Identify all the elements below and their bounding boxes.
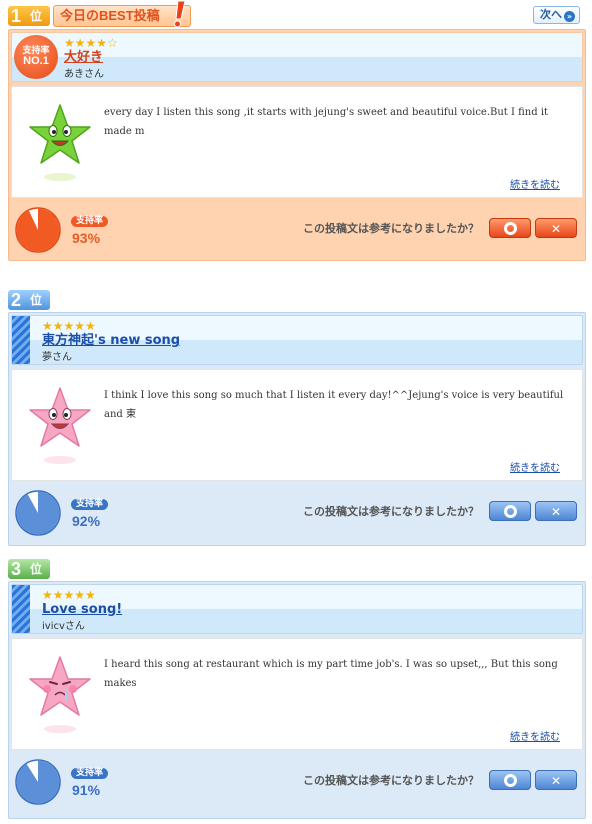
support-row: 支持率 93% この投稿文は参考になりましたか？ ✕ — [11, 202, 583, 256]
support-rate-value: 93% — [72, 230, 101, 246]
post-comment: every day I listen this song ,it starts … — [104, 107, 549, 137]
pink-star-icon — [29, 387, 91, 464]
support-rate-value: 92% — [72, 513, 101, 529]
pink-star-crying-icon — [29, 656, 91, 733]
support-pie-chart — [15, 490, 61, 536]
support-row: 支持率 92% この投稿文は参考になりましたか？ ✕ — [11, 485, 583, 539]
read-more-link[interactable]: 続きを読む — [510, 731, 560, 745]
support-rate-label: 支持率 — [71, 499, 109, 510]
support-row: 支持率 91% この投稿文は参考になりましたか？ ✕ — [11, 754, 583, 808]
best-post-title: 今日のBEST投稿 — [53, 0, 191, 28]
post-author: ivicvさん — [42, 621, 85, 632]
post-card-3: ★★★★★ Love song! ivicvさん I heard this so… — [8, 581, 586, 819]
rank-number: 1 — [11, 6, 22, 26]
cross-icon: ✕ — [550, 774, 562, 788]
best-post-title-text: 今日のBEST投稿 — [60, 8, 160, 23]
helpful-question: この投稿文は参考になりましたか？ — [303, 505, 479, 518]
vote-yes-button[interactable] — [489, 218, 531, 238]
star-rating: ★★★★★ — [42, 588, 96, 602]
vote-yes-button[interactable] — [489, 770, 531, 790]
post-body: I think I love this song so much that I … — [11, 369, 583, 481]
post-body: I heard this song at restaurant which is… — [11, 638, 583, 750]
read-more-link[interactable]: 続きを読む — [510, 462, 560, 476]
post-comment: I heard this song at restaurant which is… — [104, 659, 558, 689]
circle-icon — [503, 505, 517, 518]
rank-badge-3: 3 位 — [8, 559, 50, 579]
post-body: every day I listen this song ,it starts … — [11, 86, 583, 198]
vote-no-button[interactable]: ✕ — [535, 501, 577, 521]
post-title-link[interactable]: 東方神起's new song — [42, 333, 180, 349]
post-author: あきさん — [64, 69, 104, 80]
cross-icon: ✕ — [550, 505, 562, 519]
badge-line1: 支持率 — [22, 45, 50, 55]
post-titlebar: ★★★★★ 東方神起's new song 夢さん — [11, 315, 583, 365]
support-pie-chart — [15, 207, 61, 253]
best-post-header: 1 位 今日のBEST投稿 次へ» — [8, 0, 584, 28]
rank-suffix: 位 — [30, 562, 43, 576]
next-button-label: 次へ — [540, 8, 562, 21]
support-rate-label: 支持率 — [71, 768, 109, 779]
rank-badge-1: 1 位 — [8, 6, 50, 26]
support-pie-chart — [15, 759, 61, 805]
star-rating: ★★★★☆ — [64, 36, 118, 50]
support-rate-label: 支持率 — [71, 216, 109, 227]
support-rate-value: 91% — [72, 782, 101, 798]
circle-icon — [503, 222, 517, 235]
post-card-1: 支持率 NO.1 ★★★★☆ 大好き あきさん every day I list… — [8, 29, 586, 261]
rank-badge-2: 2 位 — [8, 290, 50, 310]
post-title-link[interactable]: 大好き — [64, 50, 103, 66]
read-more-link[interactable]: 続きを読む — [510, 179, 560, 193]
vote-no-button[interactable]: ✕ — [535, 218, 577, 238]
helpful-question: この投稿文は参考になりましたか？ — [303, 774, 479, 787]
star-rating: ★★★★★ — [42, 319, 96, 333]
post-comment: I think I love this song so much that I … — [104, 390, 564, 420]
post-author: 夢さん — [42, 352, 72, 363]
rank-number: 2 — [11, 290, 22, 310]
post-title-link[interactable]: Love song! — [42, 602, 122, 618]
vote-no-button[interactable]: ✕ — [535, 770, 577, 790]
badge-line2: NO.1 — [23, 55, 49, 67]
green-star-icon — [29, 104, 91, 181]
post-titlebar: ★★★★★ Love song! ivicvさん — [11, 584, 583, 634]
support-pie-slice — [16, 491, 60, 535]
title-stripe — [12, 316, 30, 364]
vote-yes-button[interactable] — [489, 501, 531, 521]
rank-suffix: 位 — [30, 293, 43, 307]
rank-number: 3 — [11, 559, 22, 579]
post-titlebar: 支持率 NO.1 ★★★★☆ 大好き あきさん — [11, 32, 583, 82]
next-arrow-icon: » — [564, 11, 575, 22]
helpful-question: この投稿文は参考になりましたか？ — [303, 222, 479, 235]
circle-icon — [503, 774, 517, 787]
title-stripe — [12, 585, 30, 633]
cross-icon: ✕ — [550, 222, 562, 236]
support-no1-badge: 支持率 NO.1 — [14, 35, 58, 79]
rank-suffix: 位 — [30, 9, 43, 23]
exclamation-icon — [173, 0, 186, 28]
post-card-2: ★★★★★ 東方神起's new song 夢さん I think I love… — [8, 312, 586, 546]
next-button[interactable]: 次へ» — [533, 6, 580, 24]
